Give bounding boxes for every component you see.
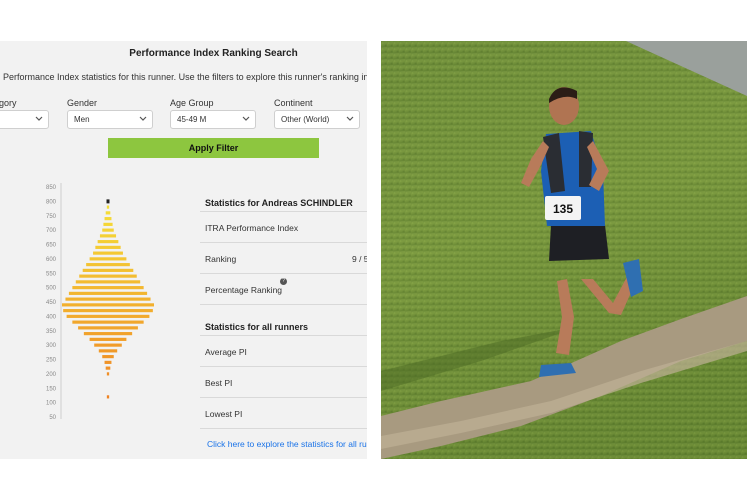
distribution-bar (104, 360, 112, 364)
y-tick-label: 300 (46, 343, 57, 349)
y-tick-label: 500 (46, 286, 57, 292)
continent-select[interactable]: Other (World) (274, 110, 360, 129)
divider (200, 365, 367, 367)
divider (200, 334, 367, 336)
distribution-bar (63, 309, 153, 313)
distribution-bar (97, 240, 119, 244)
info-icon[interactable]: ? (280, 278, 287, 285)
runner-marker (106, 199, 110, 204)
best-pi-label: Best PI (205, 378, 233, 388)
lowest-pi-label: Lowest PI (205, 409, 243, 419)
distribution-bar (95, 245, 121, 249)
distribution-bar (79, 274, 137, 278)
distribution-bar (106, 372, 110, 376)
y-tick-label: 200 (46, 372, 57, 378)
percentage-ranking-label: Percentage Ranking (205, 285, 283, 295)
y-tick-label: 350 (46, 329, 57, 335)
y-tick-label: 650 (46, 243, 57, 249)
y-tick-label: 600 (46, 257, 57, 263)
ranking-value: 9 / 5 (352, 254, 367, 264)
age-group-select[interactable]: 45-49 M (170, 110, 256, 129)
distribution-bar (82, 268, 134, 272)
y-tick-label: 700 (46, 228, 57, 234)
distribution-bar (102, 228, 114, 232)
distribution-bar (86, 263, 130, 267)
filter-label-continent: Continent (274, 98, 313, 108)
stats-all-heading: Statistics for all runners (205, 322, 309, 332)
page-title: Performance Index Ranking Search (129, 48, 298, 59)
distribution-bar (89, 337, 127, 341)
distribution-bar (72, 286, 144, 290)
apply-filter-button[interactable]: Apply Filter (108, 138, 319, 158)
vest-strap-right (579, 131, 593, 187)
y-tick-label: 100 (46, 401, 57, 407)
category-select[interactable] (0, 110, 49, 129)
distribution-bar (78, 326, 138, 330)
age-group-select-value: 45-49 M (177, 115, 207, 124)
distribution-bar (72, 320, 144, 324)
stats-runner-heading: Statistics for Andreas SCHINDLER (205, 198, 353, 208)
distribution-bar (102, 355, 114, 359)
distribution-bar (104, 217, 112, 221)
divider (200, 210, 367, 212)
chevron-down-icon (346, 116, 354, 121)
divider (200, 272, 367, 274)
distribution-bar (93, 251, 123, 255)
distribution-bar (66, 314, 150, 318)
distribution-bar (68, 291, 148, 295)
distribution-bar (99, 234, 117, 238)
divider (200, 303, 367, 305)
divider (200, 241, 367, 243)
y-tick-label: 150 (46, 386, 57, 392)
distribution-bar (105, 366, 111, 370)
gender-select[interactable]: Men (67, 110, 153, 129)
chevron-down-icon (35, 116, 43, 121)
distribution-bar (98, 349, 118, 353)
y-tick-label: 450 (46, 300, 57, 306)
y-axis-ticks: 850 800 750 700 650 600 550 500 450 400 350 300 250 2… (46, 185, 57, 421)
runner-shorts (549, 225, 609, 261)
distribution-bar (65, 297, 151, 301)
chevron-down-icon (139, 116, 147, 121)
divider (200, 396, 367, 398)
y-tick-label: 550 (46, 271, 57, 277)
y-tick-label: 750 (46, 214, 57, 220)
page-subtitle: Performance Index statistics for this ru… (3, 72, 367, 82)
divider (200, 427, 367, 429)
distribution-bar (103, 222, 113, 226)
runner-photo: 135 (381, 41, 747, 459)
pi-distribution-chart: 850 800 750 700 650 600 550 500 450 400 350 300 250 2… (46, 183, 154, 421)
chevron-down-icon (242, 116, 250, 121)
y-tick-label: 800 (46, 199, 57, 205)
distribution-bar (106, 395, 110, 399)
y-tick-label: 850 (46, 185, 57, 191)
explore-statistics-link[interactable]: Click here to explore the statistics for… (207, 439, 367, 449)
y-tick-label: 50 (49, 415, 56, 421)
distribution-bar (75, 280, 141, 284)
ranking-panel: Performance Index Ranking Search Perform… (0, 41, 367, 459)
distribution-bar (83, 332, 133, 336)
average-pi-label: Average PI (205, 347, 247, 357)
distribution-bars (62, 199, 154, 399)
y-tick-label: 400 (46, 314, 57, 320)
filter-label-category: gory (0, 98, 17, 108)
distribution-bar (62, 303, 154, 307)
y-tick-label: 250 (46, 358, 57, 364)
distribution-bar (105, 211, 111, 215)
bib-number: 135 (553, 202, 573, 216)
distribution-bar (94, 343, 122, 347)
filter-label-gender: Gender (67, 98, 98, 108)
distribution-bar (89, 257, 127, 261)
filter-label-age-group: Age Group (170, 98, 214, 108)
continent-select-value: Other (World) (281, 115, 330, 124)
distribution-bar (106, 205, 110, 209)
gender-select-value: Men (74, 115, 90, 124)
itra-pi-label: ITRA Performance Index (205, 223, 299, 233)
ranking-label: Ranking (205, 254, 237, 264)
